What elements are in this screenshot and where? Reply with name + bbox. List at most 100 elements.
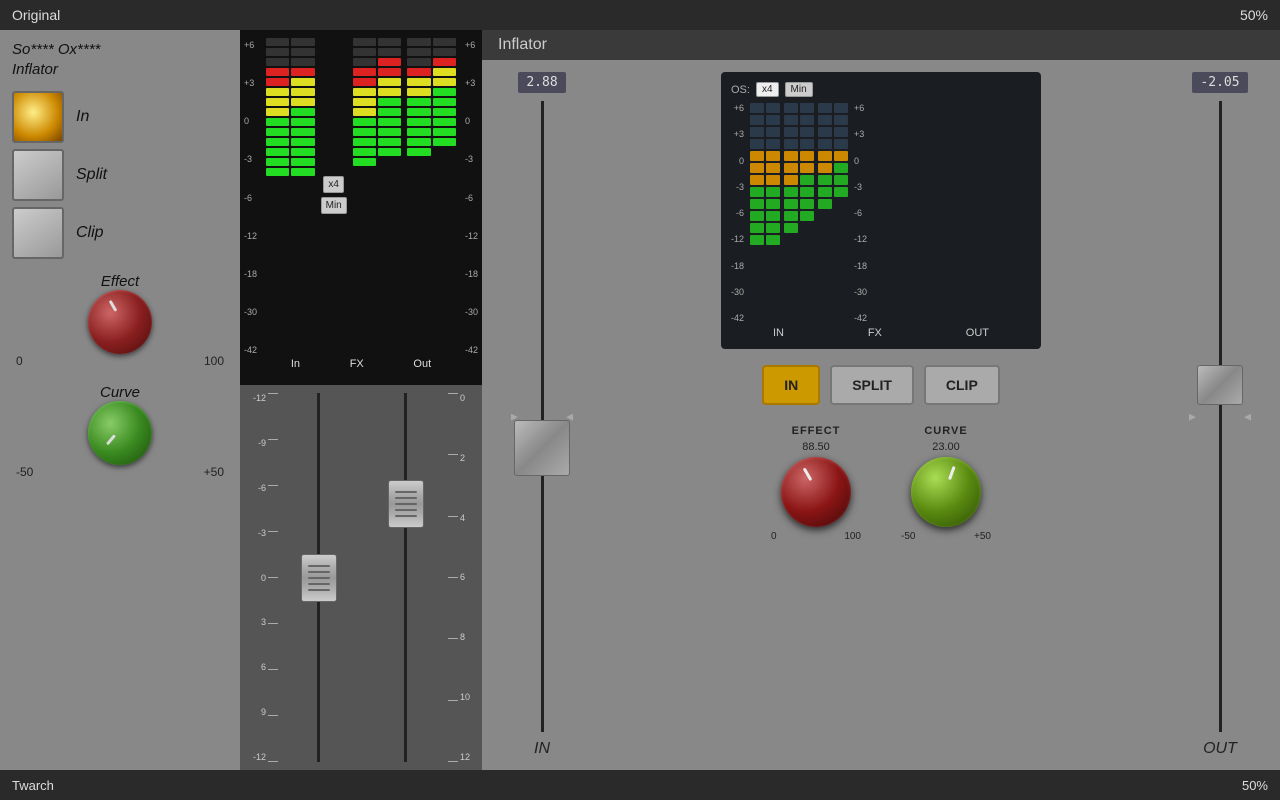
out-value-display[interactable]: -2.05 xyxy=(1192,72,1247,93)
effect-label: Effect xyxy=(101,273,139,290)
os-min-button[interactable]: Min xyxy=(785,82,813,97)
min-button[interactable]: Min xyxy=(321,197,347,214)
right-fader-track xyxy=(363,393,448,762)
curve-scale-max: +50 xyxy=(204,465,224,479)
inflator-knob-section: EFFECT 88.50 0 100 CURVE 23.00 xyxy=(771,425,991,542)
curve-knob[interactable] xyxy=(88,401,152,465)
plugin-button-list: In Split Clip xyxy=(0,85,240,265)
in-value-display[interactable]: 2.88 xyxy=(518,72,565,93)
out-fader-arrow-right: ◀ xyxy=(1244,411,1251,422)
left-fader-group: -12-9-6-30369-12 xyxy=(246,393,359,762)
out-area-label: OUT xyxy=(1203,740,1237,758)
bottom-bar: Twarch 50% xyxy=(0,770,1280,800)
out-fader-handle[interactable] xyxy=(1197,365,1243,405)
effect-scale: 0 100 xyxy=(12,354,228,368)
in-button-row: In xyxy=(12,91,228,143)
in-fader-area: 2.88 ▶ ◀ IN xyxy=(482,60,602,770)
fx-meter-channel xyxy=(353,38,402,351)
right-panel: Inflator 2.88 ▶ ◀ IN xyxy=(482,30,1280,770)
curve-section: Curve -50 +50 xyxy=(0,376,240,487)
inflator-curve-label: CURVE xyxy=(924,425,967,437)
in-bar-left xyxy=(266,38,289,351)
plugin-title: So**** Ox****Inflator xyxy=(0,30,240,85)
in-label: In xyxy=(76,108,89,126)
big-out-label: OUT xyxy=(966,327,989,339)
right-fader-handle[interactable] xyxy=(388,480,424,528)
top-bar: Original 50% xyxy=(0,0,1280,30)
right-fader-scale: 024681012 xyxy=(458,393,476,762)
split-button-row: Split xyxy=(12,149,228,201)
inflator-effect-scale-min: 0 xyxy=(771,531,777,542)
os-label: OS: xyxy=(731,84,750,96)
inflator-body: 2.88 ▶ ◀ IN OS: x4 M xyxy=(482,60,1280,770)
bottom-bar-left: Twarch xyxy=(12,778,54,793)
big-out-channel xyxy=(818,103,848,323)
fx-col-label: FX xyxy=(350,358,364,370)
left-fader-track xyxy=(278,393,359,762)
big-meter-bars-container: +6+30-3-6-12-18-30-42 xyxy=(731,103,1031,323)
big-meter-display: OS: x4 Min +6+30-3-6-12-18-30-42 xyxy=(721,72,1041,349)
inflator-curve-value: 23.00 xyxy=(932,441,960,453)
main-content: So**** Ox****Inflator In Split Clip Effe… xyxy=(0,30,1280,770)
split-button[interactable] xyxy=(12,149,64,201)
split-label: Split xyxy=(76,166,107,184)
big-meter-col-labels: IN FX OUT xyxy=(731,327,1031,339)
right-fader-ticks xyxy=(448,393,458,762)
out-fader-container: ▶ ◀ xyxy=(1185,101,1255,732)
effect-scale-max: 100 xyxy=(204,354,224,368)
clip-button-row: Clip xyxy=(12,207,228,259)
split-mode-button[interactable]: SPLIT xyxy=(830,365,914,405)
big-meter-top: OS: x4 Min xyxy=(731,82,1031,97)
in-col-label: In xyxy=(291,358,300,370)
fader-section: -12-9-6-30369-12 xyxy=(240,385,482,770)
effect-knob-row xyxy=(12,290,228,354)
in-fader-handle[interactable] xyxy=(514,420,570,476)
curve-scale: -50 +50 xyxy=(12,465,228,479)
big-in-channel xyxy=(750,103,780,323)
mode-buttons: IN SPLIT CLIP xyxy=(762,365,1000,405)
bottom-bar-right: 50% xyxy=(1242,778,1268,793)
curve-knob-row xyxy=(12,401,228,465)
top-bar-left: Original xyxy=(12,7,60,23)
os-x4-button[interactable]: x4 xyxy=(756,82,779,97)
in-fader-container: ▶ ◀ xyxy=(507,101,577,732)
inflator-curve-group: CURVE 23.00 -50 +50 xyxy=(901,425,991,542)
effect-knob[interactable] xyxy=(88,290,152,354)
meter-col-labels: In FX Out xyxy=(246,351,476,377)
clip-button[interactable] xyxy=(12,207,64,259)
inflator-effect-knob[interactable] xyxy=(781,457,851,527)
in-mode-button[interactable]: IN xyxy=(762,365,820,405)
inflator-curve-knob[interactable] xyxy=(911,457,981,527)
in-bar-right xyxy=(291,38,314,351)
x4-button[interactable]: x4 xyxy=(323,176,344,193)
left-fader-handle[interactable] xyxy=(301,554,337,602)
left-fader-scale: -12-9-6-30369-12 xyxy=(246,393,268,762)
meter-panel: +6+30-3-6-12-18-30-42 +6+30-3-6-12-18-30… xyxy=(240,30,482,770)
big-meter-left-scale: +6+30-3-6-12-18-30-42 xyxy=(731,103,746,323)
in-button[interactable] xyxy=(12,91,64,143)
inflator-center: OS: x4 Min +6+30-3-6-12-18-30-42 xyxy=(602,60,1160,770)
out-fader-arrow-left: ▶ xyxy=(1189,411,1196,422)
inflator-effect-value: 88.50 xyxy=(802,441,830,453)
inflator-effect-scale: 0 100 xyxy=(771,531,861,542)
inflator-curve-scale-max: +50 xyxy=(974,531,991,542)
inflator-title: Inflator xyxy=(498,36,547,54)
out-col-label: Out xyxy=(413,358,431,370)
inflator-curve-scale-min: -50 xyxy=(901,531,915,542)
inflator-curve-scale: -50 +50 xyxy=(901,531,991,542)
left-panel: So**** Ox****Inflator In Split Clip Effe… xyxy=(0,30,240,770)
big-meter-right-scale: +6+30-3-6-12-18-30-42 xyxy=(852,103,867,323)
in-meter-channel xyxy=(266,38,315,351)
big-in-label: IN xyxy=(773,327,784,339)
inflator-header: Inflator xyxy=(482,30,1280,60)
right-fader-group: 024681012 xyxy=(363,393,476,762)
effect-knob-container: Effect 0 100 xyxy=(12,273,228,368)
clip-mode-button[interactable]: CLIP xyxy=(924,365,1000,405)
effect-scale-min: 0 xyxy=(16,354,23,368)
inflator-effect-scale-max: 100 xyxy=(844,531,861,542)
curve-knob-container: Curve -50 +50 xyxy=(12,384,228,479)
out-meter-channel xyxy=(407,38,456,351)
effect-section: Effect 0 100 xyxy=(0,265,240,376)
left-fader-ticks xyxy=(268,393,278,762)
clip-label: Clip xyxy=(76,224,104,242)
